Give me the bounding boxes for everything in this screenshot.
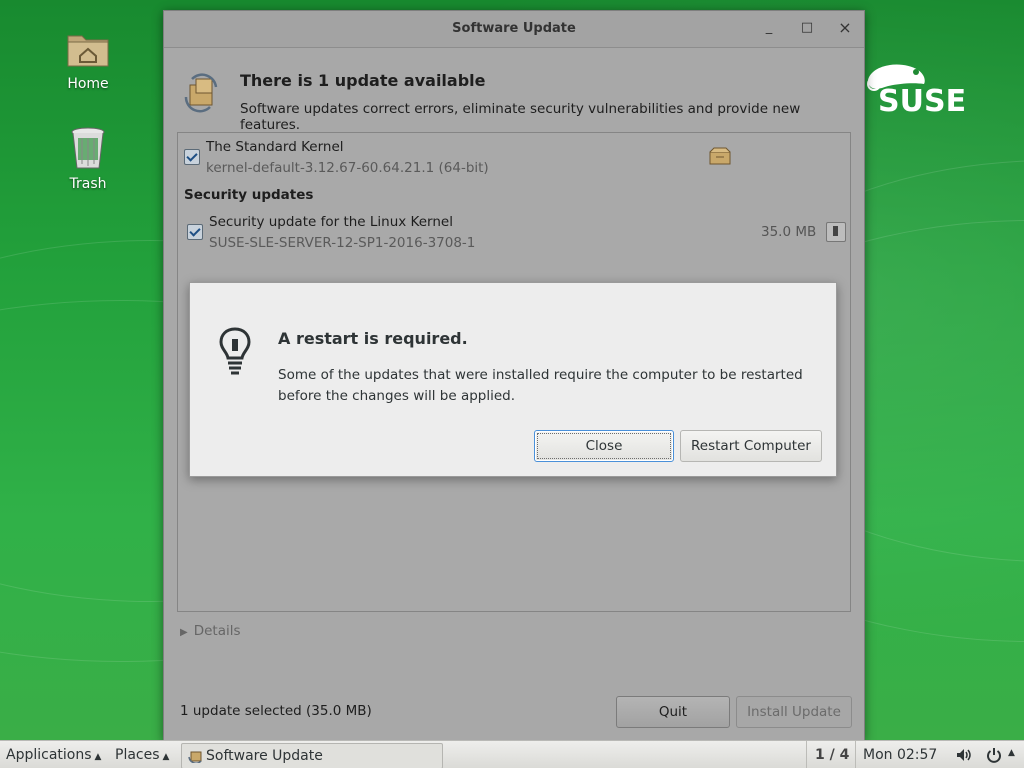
package-info-button[interactable] xyxy=(826,222,846,242)
info-icon xyxy=(833,226,838,236)
header-subtitle: Software updates correct errors, elimina… xyxy=(240,101,801,133)
minimize-button[interactable]: _ xyxy=(760,19,778,37)
expander-arrow-icon: ▶ xyxy=(180,627,188,638)
update-checkbox[interactable] xyxy=(184,149,200,165)
places-menu-label: Places xyxy=(115,747,160,763)
package-version: SUSE-SLE-SERVER-12-SP1-2016-3708-1 xyxy=(209,235,476,251)
clock[interactable]: Mon 02:57 xyxy=(863,747,937,763)
places-menu[interactable]: Places ▲ xyxy=(115,747,169,763)
taskbar-window-button[interactable]: Software Update xyxy=(181,743,443,768)
security-update-checkbox[interactable] xyxy=(187,224,203,240)
software-update-icon xyxy=(184,73,218,113)
list-item[interactable]: Security update for the Linux Kernel SUS… xyxy=(178,209,850,259)
header-title: There is 1 update available xyxy=(240,71,486,90)
desktop-icon-home[interactable]: Home xyxy=(48,24,128,92)
package-name: Security update for the Linux Kernel xyxy=(209,214,453,230)
package-version: kernel-default-3.12.67-60.64.21.1 (64-bi… xyxy=(206,160,489,176)
package-name: The Standard Kernel xyxy=(206,139,344,155)
desktop-icon-label: Home xyxy=(67,76,109,92)
trash-icon xyxy=(64,124,112,172)
software-update-small-icon xyxy=(188,751,202,763)
desktop-icon-label: Trash xyxy=(69,176,107,192)
details-label: Details xyxy=(193,623,241,639)
lightbulb-icon xyxy=(219,327,251,375)
close-button[interactable]: Close xyxy=(534,430,674,462)
restart-computer-button[interactable]: Restart Computer xyxy=(680,430,822,462)
package-icon xyxy=(709,147,731,165)
applications-menu-label: Applications xyxy=(6,747,92,763)
home-folder-icon xyxy=(64,24,112,72)
dialog-title: A restart is required. xyxy=(278,329,468,348)
power-icon[interactable] xyxy=(986,747,1002,763)
system-menu-arrow-icon[interactable]: ▲ xyxy=(1008,748,1015,758)
applications-menu[interactable]: Applications ▲ xyxy=(6,747,101,763)
divider xyxy=(855,741,856,768)
close-window-button[interactable]: × xyxy=(836,19,854,37)
install-update-button[interactable]: Install Update xyxy=(736,696,852,728)
dropdown-arrow-icon: ▲ xyxy=(94,752,102,762)
package-size: 35.0 MB xyxy=(761,224,817,240)
maximize-button[interactable]: □ xyxy=(798,19,816,37)
desktop-icon-trash[interactable]: Trash xyxy=(48,124,128,192)
workspace-switcher[interactable]: 1 / 4 xyxy=(815,747,849,763)
taskbar: Applications ▲ Places ▲ Software Update 1 … xyxy=(0,740,1024,768)
dialog-message: Some of the updates that were installed … xyxy=(278,367,803,404)
suse-brand-text: SUSE xyxy=(878,84,967,119)
titlebar[interactable]: Software Update _ □ × xyxy=(164,11,864,48)
list-item[interactable]: The Standard Kernel kernel-default-3.12.… xyxy=(178,133,850,183)
security-section-title: Security updates xyxy=(184,187,314,203)
dropdown-arrow-icon: ▲ xyxy=(162,752,170,762)
quit-button[interactable]: Quit xyxy=(616,696,730,728)
volume-icon[interactable] xyxy=(956,748,972,762)
details-expander[interactable]: ▶ Details xyxy=(180,623,241,639)
restart-required-dialog: A restart is required. Some of the updat… xyxy=(189,282,837,477)
divider xyxy=(806,741,807,768)
taskbar-window-label: Software Update xyxy=(206,748,323,764)
window-title: Software Update xyxy=(452,21,576,36)
status-text: 1 update selected (35.0 MB) xyxy=(180,703,372,719)
